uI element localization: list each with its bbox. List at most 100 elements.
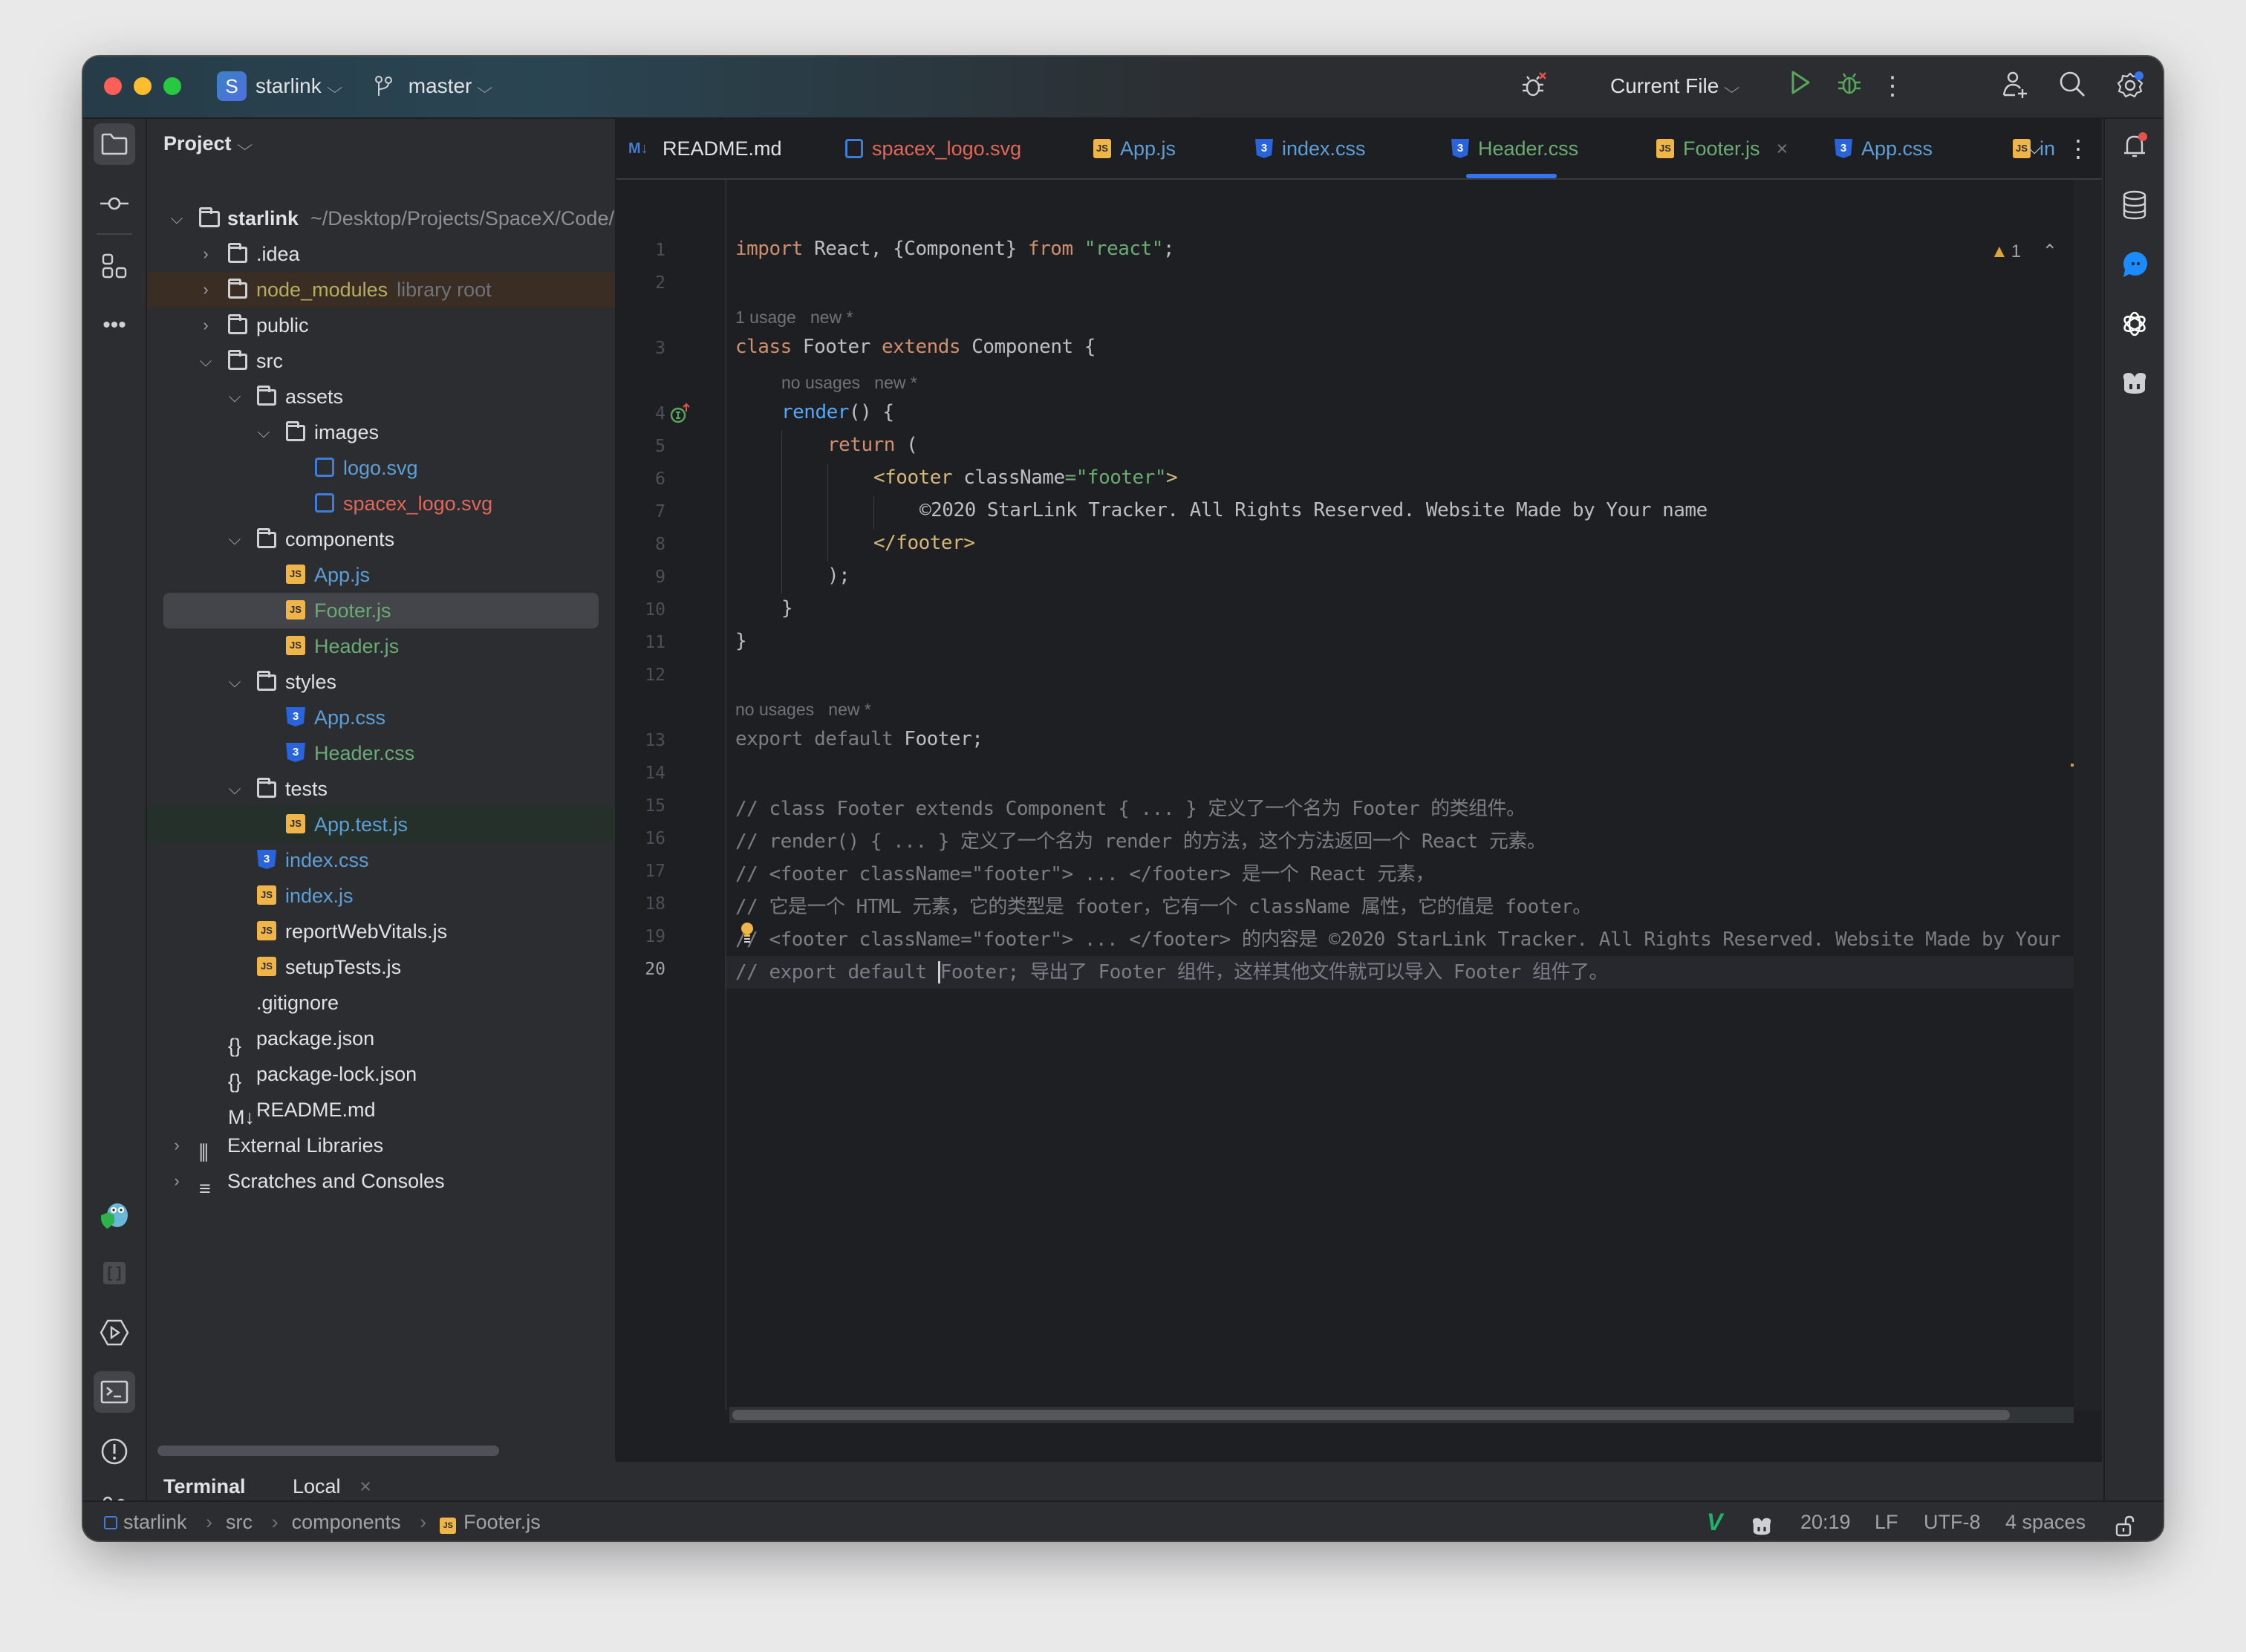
tree-item[interactable]: 3 index.css — [147, 842, 615, 878]
ai-assistant-button[interactable] — [2115, 305, 2154, 343]
chevron-right-icon[interactable]: › — [197, 236, 215, 272]
tree-item-root[interactable]: ⌵ starlink ~/Desktop/Projects/SpaceX/Code/ — [147, 201, 615, 236]
project-selector[interactable]: starlink ⌵ — [255, 73, 342, 102]
copilot-status-icon[interactable] — [1750, 1511, 1774, 1541]
tab-footer-js[interactable]: JS Footer.js × — [1656, 119, 1788, 178]
more-tools-icon[interactable]: ••• — [94, 305, 135, 346]
vue-plugin-icon[interactable]: V — [1707, 1502, 1722, 1541]
close-window-button[interactable] — [104, 77, 122, 95]
tree-item[interactable]: logo.svg — [147, 450, 615, 486]
usage-hint[interactable]: 1 usage new * — [735, 308, 853, 328]
tree-item[interactable]: ⌵ tests — [147, 771, 615, 807]
tree-item[interactable]: ⌵ components — [147, 521, 615, 557]
code-line-1[interactable]: import React, {Component} from "react"; — [735, 238, 1175, 260]
breadcrumb-item[interactable]: components — [292, 1511, 401, 1533]
tree-item[interactable]: JS reportWebVitals.js — [147, 914, 615, 949]
tree-item[interactable]: M↓ README.md — [147, 1092, 615, 1128]
tab-app-css[interactable]: 3 App.css — [1835, 119, 1933, 178]
editor-horizontal-scrollbar[interactable] — [729, 1407, 2074, 1423]
run-config-selector[interactable]: Current File ⌵ — [1610, 73, 1739, 102]
tab-index-css[interactable]: 3 index.css — [1255, 119, 1366, 178]
breadcrumb-item[interactable]: starlink — [123, 1511, 187, 1533]
code-line-6[interactable]: <footer className="footer"> — [873, 466, 1178, 489]
tree-item[interactable]: › .idea — [147, 236, 615, 272]
database-button[interactable] — [2115, 186, 2154, 224]
usage-hint[interactable]: no usages new * — [781, 373, 917, 393]
branch-selector[interactable]: master ⌵ — [374, 73, 493, 102]
tab-spacex-logo-svg[interactable]: spacex_logo.svg — [845, 119, 1021, 178]
minimize-window-button[interactable] — [134, 77, 152, 95]
tree-item[interactable]: .gitignore — [147, 985, 615, 1021]
tree-item[interactable]: 3 App.css — [147, 700, 615, 735]
chevron-down-icon[interactable]: ⌵ — [226, 664, 244, 700]
tabs-dropdown-icon[interactable]: ⌵ — [2028, 119, 2041, 178]
line-ending[interactable]: LF — [1875, 1502, 1898, 1541]
tree-item[interactable]: › public — [147, 308, 615, 343]
code-line-4[interactable]: render() { — [781, 401, 894, 423]
chevron-right-icon[interactable]: › — [168, 1128, 186, 1163]
tree-item[interactable]: JS Footer.js — [147, 593, 615, 628]
search-icon[interactable] — [2056, 70, 2089, 103]
tree-item[interactable]: JS setupTests.js — [147, 949, 615, 985]
editor-vertical-scrollbar[interactable] — [2074, 180, 2102, 1410]
code-line-9[interactable]: ); — [827, 565, 850, 587]
chevron-right-icon[interactable]: › — [168, 1163, 186, 1199]
unlock-icon[interactable] — [2115, 1511, 2136, 1541]
code-line-16[interactable]: // render() { ... } 定义了一个名为 render 的方法，这… — [735, 826, 1546, 853]
tab-readme-md[interactable]: M↓ README.md — [628, 119, 782, 178]
debug-button[interactable] — [1833, 70, 1866, 103]
add-user-icon[interactable] — [1999, 70, 2032, 103]
project-panel-title[interactable]: Project ⌵ — [163, 132, 253, 155]
close-tab-icon[interactable]: × — [1777, 137, 1788, 160]
tree-item[interactable]: › ⫼ External Libraries — [147, 1128, 615, 1164]
tree-horizontal-scrollbar[interactable] — [157, 1446, 499, 1456]
code-line-5[interactable]: return ( — [827, 434, 918, 456]
code-line-13[interactable]: export default Footer; — [735, 728, 983, 750]
tree-item[interactable]: › node_modules library root — [147, 272, 615, 308]
breadcrumb-item[interactable]: Footer.js — [463, 1511, 541, 1533]
code-line-15[interactable]: // class Footer extends Component { ... … — [735, 793, 1526, 821]
copilot-button[interactable] — [2115, 364, 2154, 403]
json-plugin-icon[interactable]: [ ] — [94, 1252, 135, 1294]
chevron-down-icon[interactable]: ⌵ — [197, 343, 215, 379]
services-tool-button[interactable] — [94, 1312, 135, 1353]
chevron-down-icon[interactable]: ⌵ — [255, 414, 273, 450]
terminal-tool-button[interactable] — [94, 1371, 135, 1413]
debug-off-icon[interactable] — [1518, 70, 1551, 103]
implements-gutter-icon[interactable] — [670, 403, 692, 429]
file-encoding[interactable]: UTF-8 — [1924, 1502, 1981, 1541]
tree-item[interactable]: ⌵ assets — [147, 379, 615, 414]
tree-item[interactable]: JS App.test.js — [147, 807, 615, 842]
chevron-right-icon[interactable]: › — [197, 308, 215, 343]
previous-highlight-icon[interactable]: ⌃ — [2042, 241, 2057, 261]
tree-item[interactable]: ⌵ src — [147, 343, 615, 379]
code-line-7[interactable]: ©2020 StarLink Tracker. All Rights Reser… — [919, 499, 1708, 521]
tree-item[interactable]: › ≡ Scratches and Consoles — [147, 1163, 615, 1200]
project-badge[interactable]: S — [217, 71, 247, 101]
tree-item[interactable]: JS App.js — [147, 557, 615, 593]
maximize-window-button[interactable] — [163, 77, 181, 95]
breadcrumb-item[interactable]: src — [226, 1511, 253, 1533]
indent-setting[interactable]: 4 spaces — [2005, 1502, 2086, 1541]
terminal-tab-local[interactable]: Local × — [293, 1475, 371, 1498]
run-button[interactable] — [1784, 70, 1817, 103]
tree-item[interactable]: 3 Header.css — [147, 735, 615, 771]
more-actions-icon[interactable]: ⋮ — [1876, 70, 1909, 103]
caret-position[interactable]: 20:19 — [1800, 1502, 1851, 1541]
chevron-down-icon[interactable]: ⌵ — [226, 379, 244, 414]
problems-tool-button[interactable] — [94, 1431, 135, 1472]
chevron-down-icon[interactable]: ⌵ — [226, 521, 244, 557]
tree-item[interactable]: {} package.json — [147, 1021, 615, 1057]
tree-item[interactable]: spacex_logo.svg — [147, 486, 615, 521]
chat-plugin-button[interactable] — [2115, 245, 2154, 284]
gopher-plugin-icon[interactable] — [94, 1193, 135, 1235]
usage-hint[interactable]: no usages new * — [735, 700, 871, 720]
notifications-button[interactable] — [2115, 126, 2154, 165]
code-line-11[interactable]: } — [735, 630, 747, 652]
commit-tool-button[interactable] — [94, 183, 135, 224]
intention-bulb-icon[interactable] — [740, 921, 755, 949]
tree-item[interactable]: ⌵ styles — [147, 664, 615, 700]
structure-tool-button[interactable] — [94, 245, 135, 287]
tree-item[interactable]: JS Header.js — [147, 628, 615, 664]
settings-gear-icon[interactable] — [2114, 70, 2146, 103]
